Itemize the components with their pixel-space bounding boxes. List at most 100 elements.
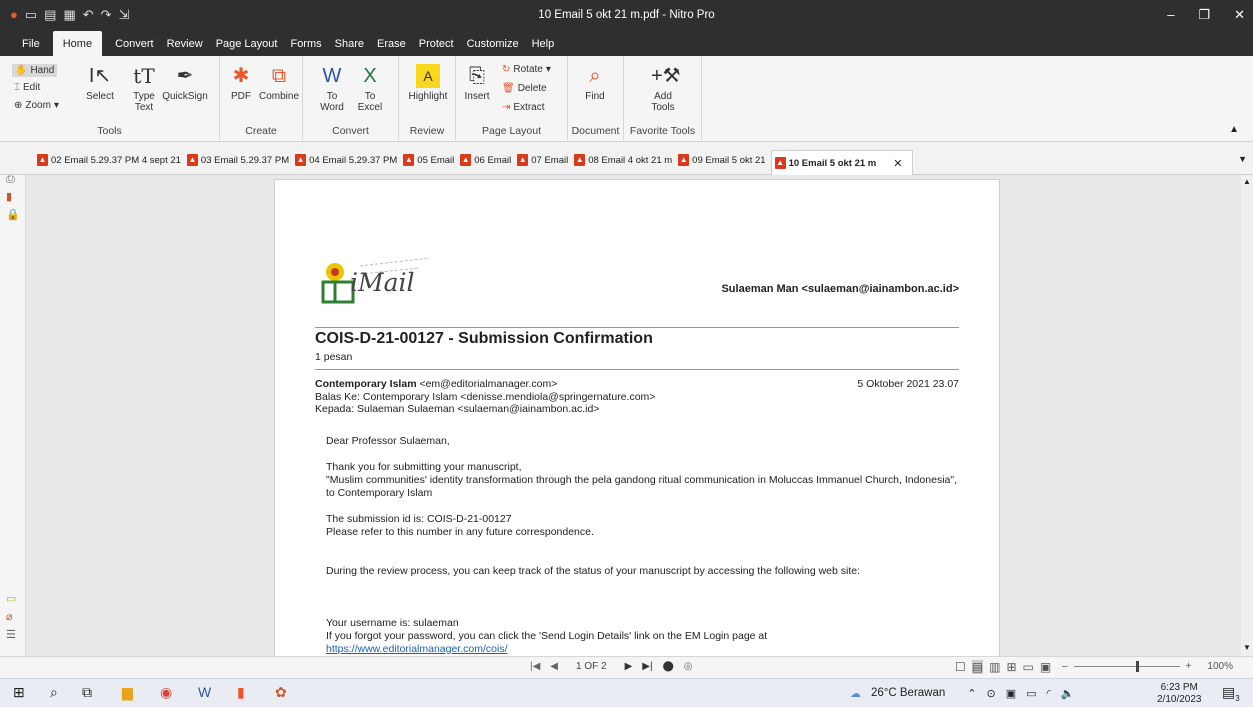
- ribbon: ✋ Hand ⌶ Edit ⊕ Zoom ▾ I↖ Select tT Type Text …: [0, 56, 1253, 142]
- menu-help[interactable]: Help: [532, 31, 568, 56]
- menu-erase[interactable]: Erase: [377, 31, 419, 56]
- next-page-icon[interactable]: ▶: [625, 661, 633, 672]
- system-tray: ☁ 26°C Berawan ⌃ ⊙ ▣ ▭ ◜ 🔈: [850, 679, 1075, 707]
- message-count: 1 pesan: [315, 351, 353, 363]
- close-tab-icon[interactable]: ✕: [893, 157, 902, 170]
- menu-file[interactable]: File: [22, 31, 53, 56]
- zoom-button[interactable]: ⊕ Zoom ▾: [14, 100, 59, 111]
- doc-tab[interactable]: ▲ 08 Email 4 okt 21 m: [573, 150, 677, 170]
- doc-tab[interactable]: ▲ 09 Email 5 okt 21: [677, 150, 770, 170]
- insert-button[interactable]: ⎘ Insert: [462, 64, 492, 102]
- menu-forms[interactable]: Forms: [290, 31, 334, 56]
- last-page-icon[interactable]: ▶|: [642, 661, 652, 672]
- doc-tab[interactable]: ▲ 02 Email 5.29.37 PM 4 sept 21: [36, 150, 186, 170]
- volume-icon[interactable]: 🔈: [1061, 687, 1075, 700]
- menu-protect[interactable]: Protect: [419, 31, 467, 56]
- add-tools-icon: +⚒: [651, 65, 681, 87]
- to-excel-button[interactable]: X To Excel: [355, 64, 385, 113]
- chrome-icon[interactable]: ◉: [160, 684, 172, 701]
- facing-continuous-icon[interactable]: ⊞: [1006, 660, 1016, 674]
- forward-view-icon[interactable]: ◎: [684, 661, 693, 672]
- weather-icon[interactable]: ☁: [850, 687, 861, 700]
- windows-start-icon[interactable]: ⊞: [13, 684, 25, 701]
- highlight-button[interactable]: A Highlight: [402, 64, 454, 102]
- hand-button[interactable]: ✋ Hand: [12, 64, 58, 77]
- add-tools-button[interactable]: +⚒ Add Tools: [646, 64, 681, 113]
- zoom-in-icon[interactable]: +: [1186, 661, 1192, 672]
- collapse-ribbon-icon[interactable]: ▲: [1229, 124, 1239, 135]
- type-text-button[interactable]: tT Type Text: [128, 64, 160, 113]
- doc-tab[interactable]: ▲ 07 Email: [516, 150, 573, 170]
- weather-text[interactable]: 26°C Berawan: [871, 687, 945, 699]
- rotate-button[interactable]: ↻ Rotate ▾: [502, 64, 551, 75]
- pdf-page: iMail Sulaeman Man <sulaeman@iainambon.a…: [274, 179, 1000, 656]
- zoom-slider[interactable]: [1073, 661, 1180, 672]
- fit-page-icon[interactable]: ▣: [1040, 660, 1051, 674]
- minimize-icon[interactable]: –: [1167, 7, 1174, 23]
- continuous-icon[interactable]: ▤: [971, 660, 984, 674]
- delete-button[interactable]: 🗑 Delete: [502, 83, 547, 94]
- nitro-app-icon[interactable]: ▮: [237, 684, 245, 701]
- security-icon[interactable]: 🔒: [6, 208, 20, 221]
- tray-app-icon[interactable]: ▣: [1006, 687, 1016, 700]
- search-icon[interactable]: ⌕: [50, 684, 58, 701]
- task-view-icon[interactable]: ⧉: [82, 684, 92, 701]
- menu-customize[interactable]: Customize: [467, 31, 532, 56]
- wifi-icon[interactable]: ◜: [1047, 687, 1051, 700]
- attachments-icon[interactable]: ⌀: [6, 610, 13, 623]
- back-view-icon[interactable]: ⬤: [663, 661, 674, 672]
- document-viewer[interactable]: iMail Sulaeman Man <sulaeman@iainambon.a…: [26, 175, 1241, 656]
- zoom-thumb[interactable]: [1135, 661, 1139, 672]
- restore-icon[interactable]: ❐: [1198, 7, 1210, 23]
- extract-button[interactable]: ⇥ Extract: [502, 102, 545, 113]
- logo-text: iMail: [350, 268, 415, 297]
- email-date: 5 Oktober 2021 23.07: [857, 378, 959, 390]
- menu-share[interactable]: Share: [335, 31, 377, 56]
- output-panel-icon[interactable]: ☰: [6, 628, 16, 641]
- select-button[interactable]: I↖ Select: [85, 64, 115, 102]
- battery-icon[interactable]: ▭: [1026, 687, 1036, 700]
- pdf-file-icon: ▲: [574, 154, 586, 166]
- app-icon[interactable]: ✿: [275, 684, 287, 701]
- pdf-button[interactable]: ✱ PDF: [226, 64, 256, 102]
- menu-convert[interactable]: Convert: [115, 31, 167, 56]
- doc-tab-active[interactable]: ▲ 10 Email 5 okt 21 m ✕: [770, 150, 914, 175]
- divider: [315, 369, 959, 370]
- clock[interactable]: 6:23 PM 2/10/2023: [1157, 682, 1202, 706]
- menu-review[interactable]: Review: [167, 31, 216, 56]
- menu-home[interactable]: Home: [52, 31, 103, 56]
- bookmark-icon[interactable]: ▮: [6, 190, 12, 203]
- facing-icon[interactable]: ▥: [989, 660, 1000, 674]
- menu-page-layout[interactable]: Page Layout: [216, 31, 291, 56]
- prev-page-icon[interactable]: ◀: [550, 661, 558, 672]
- vertical-scrollbar[interactable]: ▲ ▼: [1241, 175, 1253, 656]
- scroll-down-icon[interactable]: ▼: [1243, 643, 1251, 652]
- sender-header: Sulaeman Man <sulaeman@iainambon.ac.id>: [721, 283, 959, 295]
- word-app-icon[interactable]: W: [198, 684, 211, 700]
- find-button[interactable]: ⌕ Find: [580, 64, 610, 102]
- zoom-out-icon[interactable]: –: [1062, 661, 1068, 672]
- scroll-up-icon[interactable]: ▲: [1243, 177, 1251, 186]
- notifications-icon[interactable]: ▤3: [1222, 684, 1240, 703]
- doc-tab[interactable]: ▲ 05 Email: [402, 150, 459, 170]
- doc-tab[interactable]: ▲ 06 Email: [459, 150, 516, 170]
- single-page-icon[interactable]: ☐: [955, 660, 966, 674]
- paragraph: "Muslim communities' identity transforma…: [326, 474, 958, 499]
- tabs-dropdown-icon[interactable]: ▼: [1238, 154, 1247, 164]
- em-login-link[interactable]: https://www.editorialmanager.com/cois/: [326, 643, 966, 656]
- doc-tab[interactable]: ▲ 03 Email 5.29.37 PM: [186, 150, 294, 170]
- combine-button[interactable]: ⧉ Combine: [258, 64, 300, 102]
- quicksign-button[interactable]: ✒ QuickSign: [160, 64, 210, 102]
- close-icon[interactable]: ✕: [1234, 7, 1245, 23]
- tray-app-icon[interactable]: ⊙: [987, 687, 996, 700]
- to-word-button[interactable]: W To Word: [317, 64, 347, 113]
- fit-width-icon[interactable]: ▭: [1023, 660, 1034, 674]
- notification-count: 3: [1235, 693, 1240, 703]
- chevron-up-icon[interactable]: ⌃: [967, 687, 976, 700]
- first-page-icon[interactable]: |◀: [530, 661, 540, 672]
- edit-button[interactable]: ⌶ Edit: [14, 82, 40, 93]
- page-indicator[interactable]: 1 OF 2: [576, 661, 607, 672]
- file-explorer-icon[interactable]: ▆: [122, 684, 133, 701]
- doc-tab[interactable]: ▲ 04 Email 5.29.37 PM: [294, 150, 402, 170]
- comments-icon[interactable]: ▭: [6, 592, 16, 605]
